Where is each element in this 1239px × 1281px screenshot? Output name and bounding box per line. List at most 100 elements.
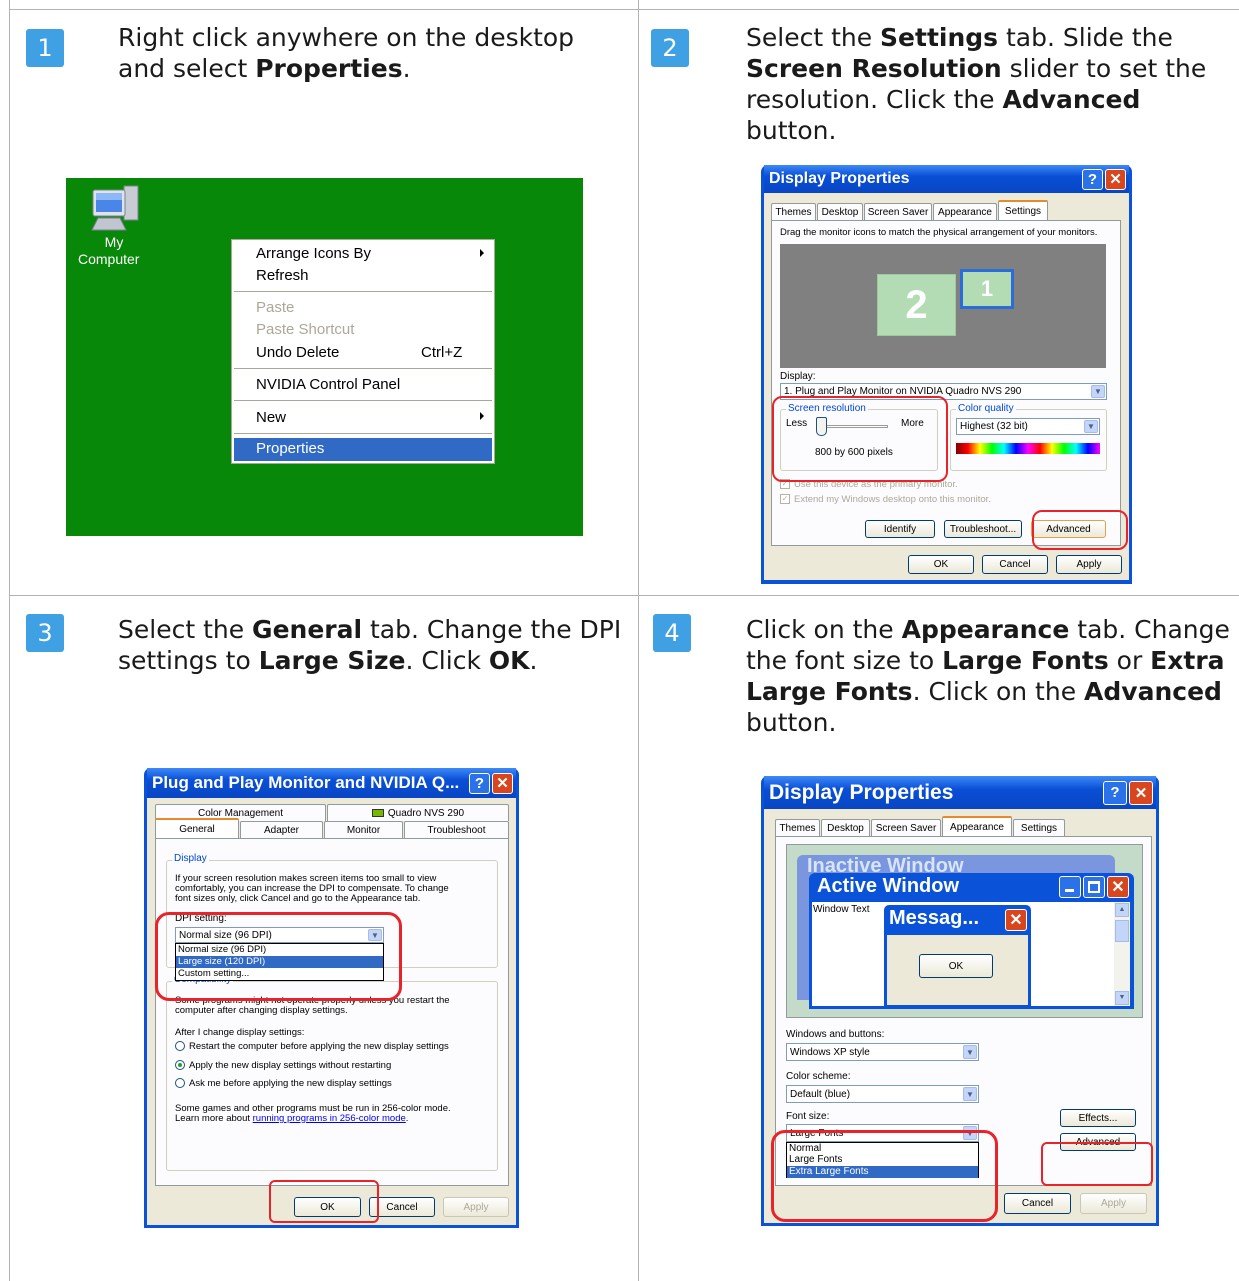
- message-ok-button: OK: [919, 954, 993, 978]
- highlight-resolution: [772, 396, 948, 482]
- active-window-title: Active Window: [817, 875, 960, 897]
- radio-selected-icon: [175, 1060, 185, 1071]
- color-scheme-label: Color scheme:: [786, 1071, 851, 1082]
- menu-item-refresh[interactable]: Refresh: [256, 267, 309, 284]
- submenu-arrow-icon: [480, 412, 484, 420]
- windows-buttons-select[interactable]: Windows XP style ▼: [786, 1043, 979, 1061]
- menu-item-paste-shortcut[interactable]: Paste Shortcut: [256, 321, 354, 338]
- apply-button[interactable]: Apply: [1056, 555, 1122, 574]
- dialog-title: Plug and Play Monitor and NVIDIA Q...: [152, 773, 460, 792]
- compatibility-description: computer after changing display settings…: [175, 1005, 348, 1016]
- menu-item-nvidia-control-panel[interactable]: NVIDIA Control Panel: [256, 376, 400, 393]
- menu-item-properties-highlight[interactable]: Properties: [234, 438, 492, 461]
- cancel-button[interactable]: Cancel: [1004, 1193, 1071, 1214]
- tab-appearance[interactable]: Appearance: [933, 203, 997, 220]
- tab-appearance[interactable]: Appearance: [942, 816, 1012, 836]
- apply-button[interactable]: Apply: [443, 1197, 509, 1217]
- step-instruction: Click on the Appearance tab. Change the …: [746, 615, 1230, 737]
- tab-settings[interactable]: Settings: [998, 200, 1048, 220]
- menu-item-new[interactable]: New: [256, 409, 286, 426]
- grid-center-divider: [638, 0, 639, 1281]
- submenu-arrow-icon: [480, 249, 484, 257]
- my-computer-label: Computer: [78, 251, 140, 267]
- tab-themes[interactable]: Themes: [771, 203, 816, 220]
- monitor-1-tile[interactable]: 1: [960, 269, 1014, 309]
- grid-top-border: [9, 9, 1239, 10]
- monitor-2-tile[interactable]: 2: [877, 274, 956, 336]
- message-box-body: OK: [887, 935, 1028, 1005]
- my-computer-label: My: [104, 234, 124, 250]
- extend-desktop-checkbox[interactable]: ✓ Extend my Windows desktop onto this mon…: [780, 494, 991, 505]
- menu-item-properties[interactable]: Properties: [256, 440, 324, 457]
- tab-general[interactable]: General: [155, 818, 239, 838]
- highlight-ok: [269, 1180, 379, 1223]
- dpi-option-large[interactable]: Large size (120 DPI): [176, 956, 383, 968]
- context-menu: Arrange Icons By Refresh Paste Paste Sho…: [231, 239, 495, 464]
- radio-ask[interactable]: Ask me before applying the new display s…: [175, 1078, 392, 1089]
- font-option-large[interactable]: Large Fonts: [789, 1154, 842, 1165]
- scroll-down-icon: ▼: [1115, 991, 1129, 1005]
- help-button[interactable]: ?: [1082, 168, 1103, 190]
- computer-icon: [91, 185, 139, 231]
- step-number-badge: 4: [653, 614, 691, 652]
- dpi-option-custom[interactable]: Custom setting...: [178, 968, 249, 979]
- close-button[interactable]: ✕: [1129, 780, 1153, 805]
- effects-button[interactable]: Effects...: [1060, 1109, 1136, 1127]
- menu-item-undo-delete[interactable]: Undo Delete: [256, 344, 339, 361]
- dialog-title: Display Properties: [769, 780, 954, 804]
- dpi-option-normal[interactable]: Normal size (96 DPI): [178, 944, 266, 955]
- after-change-label: After I change display settings:: [175, 1027, 305, 1038]
- message-box-preview: Messag... ✕ OK: [884, 905, 1031, 1008]
- tab-troubleshoot[interactable]: Troubleshoot: [404, 821, 509, 838]
- settings-panel: Drag the monitor icons to match the phys…: [771, 220, 1121, 546]
- troubleshoot-button[interactable]: Troubleshoot...: [944, 520, 1022, 538]
- radio-apply-without-restart[interactable]: Apply the new display settings without r…: [175, 1060, 391, 1071]
- monitor-instructions: Drag the monitor icons to match the phys…: [780, 227, 1098, 238]
- my-computer-icon[interactable]: [90, 184, 140, 236]
- radio-restart[interactable]: Restart the computer before applying the…: [175, 1041, 449, 1052]
- dpi-dropdown-list: Normal size (96 DPI) Large size (120 DPI…: [175, 943, 384, 981]
- color-scheme-select[interactable]: Default (blue) ▼: [786, 1085, 979, 1103]
- checkbox-icon: ✓: [780, 494, 790, 505]
- running-programs-link[interactable]: running programs in 256-color mode: [253, 1113, 406, 1124]
- tab-adapter[interactable]: Adapter: [240, 821, 323, 838]
- appearance-preview: Inactive Window Active Window ✕ Window T…: [786, 844, 1143, 1018]
- tab-desktop[interactable]: Desktop: [821, 819, 870, 836]
- help-button[interactable]: ?: [1103, 780, 1127, 805]
- identify-button[interactable]: Identify: [865, 520, 935, 538]
- display-group-label: Display: [172, 853, 209, 864]
- font-option-normal[interactable]: Normal: [789, 1143, 821, 1154]
- maximize-icon: [1083, 876, 1105, 898]
- menu-separator: [234, 400, 492, 401]
- tab-themes[interactable]: Themes: [775, 819, 820, 836]
- step-instruction: Right click anywhere on the desktop and …: [118, 23, 575, 83]
- tab-monitor[interactable]: Monitor: [324, 821, 403, 838]
- chevron-down-icon: ▼: [963, 1045, 977, 1059]
- highlight-advanced: [1041, 1142, 1153, 1186]
- tab-desktop[interactable]: Desktop: [817, 203, 863, 220]
- grid-left-border: [9, 0, 10, 1281]
- menu-item-arrange-icons[interactable]: Arrange Icons By: [256, 245, 371, 262]
- step-number-badge: 2: [651, 29, 689, 67]
- tab-quadro-nvs-290[interactable]: Quadro NVS 290: [327, 804, 509, 821]
- desktop-screenshot: My Computer Arrange Icons By Refresh Pas…: [66, 178, 583, 536]
- tab-screen-saver[interactable]: Screen Saver: [871, 819, 941, 836]
- nvidia-icon: [371, 809, 384, 817]
- tab-settings[interactable]: Settings: [1013, 819, 1065, 836]
- windows-buttons-label: Windows and buttons:: [786, 1029, 885, 1040]
- display-description: font sizes only, click Cancel and go to …: [175, 893, 421, 904]
- chevron-down-icon: ▼: [1091, 385, 1105, 398]
- tab-screen-saver[interactable]: Screen Saver: [864, 203, 932, 220]
- help-button[interactable]: ?: [469, 772, 490, 794]
- dialog-titlebar: Plug and Play Monitor and NVIDIA Q... ? …: [147, 768, 516, 798]
- close-button[interactable]: ✕: [492, 772, 513, 794]
- color-quality-select[interactable]: Highest (32 bit) ▼: [956, 418, 1100, 435]
- color-quality-group-label: Color quality: [956, 403, 1016, 414]
- font-option-extra-large[interactable]: Extra Large Fonts: [787, 1166, 978, 1178]
- font-size-label: Font size:: [786, 1111, 830, 1122]
- cancel-button[interactable]: Cancel: [982, 555, 1048, 574]
- close-button[interactable]: ✕: [1105, 168, 1126, 190]
- apply-button[interactable]: Apply: [1080, 1193, 1147, 1214]
- ok-button[interactable]: OK: [908, 555, 974, 574]
- menu-item-paste[interactable]: Paste: [256, 299, 294, 316]
